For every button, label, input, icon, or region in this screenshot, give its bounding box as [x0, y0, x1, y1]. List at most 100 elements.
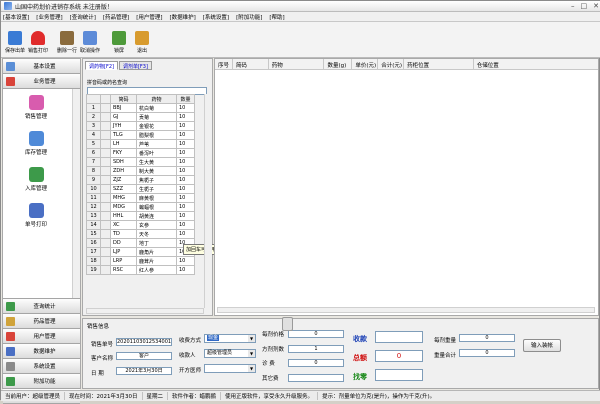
toolbar-label: 退出	[136, 48, 147, 54]
close-icon[interactable]: ✕	[593, 2, 599, 10]
row-selector[interactable]	[100, 130, 111, 140]
menu-user[interactable]: [用户管理]	[136, 13, 162, 21]
save-print-button[interactable]: 保存出单	[4, 24, 26, 57]
drug-row[interactable]: 19 RSC 红人参 10	[86, 265, 195, 275]
drug-row[interactable]: 9 ZJZ 焦栀子 10	[86, 175, 195, 185]
prescriber-select[interactable]: ▼	[204, 364, 256, 373]
drug-row[interactable]: 6 FKY 番泻叶 10	[86, 148, 195, 158]
section-user[interactable]: 用户管理	[3, 329, 80, 344]
row-selector[interactable]	[100, 193, 111, 203]
drug-row[interactable]: 17LJP鹿角片10	[86, 247, 195, 257]
drug-name: 生大黄	[136, 157, 177, 167]
row-selector[interactable]	[100, 157, 111, 167]
grid-hscroll[interactable]	[217, 307, 595, 313]
row-selector[interactable]	[100, 175, 111, 185]
customer-field[interactable]: 客户	[116, 352, 172, 360]
drug-row[interactable]: 12 MDG 蝙蝠根 10	[86, 202, 195, 212]
row-selector[interactable]	[100, 211, 111, 221]
drug-row[interactable]: 2 GJ 贡菊 10	[86, 112, 195, 122]
section-system[interactable]: 系统设置	[3, 359, 80, 374]
row-selector[interactable]	[100, 103, 111, 113]
drug-row[interactable]: 1 BBJ 杭白菊 10	[86, 103, 195, 113]
minimize-icon[interactable]: –	[571, 2, 575, 10]
order-no-field[interactable]: 20201103012534001	[116, 338, 172, 346]
drug-row[interactable]: 7 SDH 生大黄 10	[86, 157, 195, 167]
date-field[interactable]: 2021年3月30日	[116, 367, 172, 375]
row-selector[interactable]	[100, 184, 111, 194]
import-account-button[interactable]: 输入装帐	[523, 339, 561, 352]
drug-code: SZZ	[110, 184, 137, 194]
menu-query[interactable]: [查询统计]	[70, 13, 96, 21]
drug-row[interactable]: 4 TLG 腊梨根 10	[86, 130, 195, 140]
search-label: 拼音码或药名查询	[87, 80, 128, 86]
menu-business[interactable]: [业务管理]	[36, 13, 62, 21]
row-selector[interactable]	[100, 256, 111, 266]
menu-data[interactable]: [数据维护]	[169, 13, 195, 21]
tab-prescription[interactable]: 调剂单[F3]	[118, 61, 152, 70]
row-selector[interactable]	[100, 202, 111, 212]
drug-row[interactable]: 18 LRP 鹿茸片 10	[86, 256, 195, 266]
other-fee-field[interactable]	[288, 374, 344, 382]
drug-code: MDG	[110, 202, 137, 212]
drug-row[interactable]: 13 HHL 胡黄连 10	[86, 211, 195, 221]
delete-row-button[interactable]: 删除一行	[56, 24, 78, 57]
lock-screen-icon	[112, 31, 126, 45]
drug-row[interactable]: 10 SZZ 生栀子 10	[86, 184, 195, 194]
drug-row[interactable]: 8 ZDH 制大黄 10	[86, 166, 195, 176]
drug-row[interactable]: 5 LH 芦苇 10	[86, 139, 195, 149]
row-selector[interactable]	[100, 121, 111, 131]
exit-button[interactable]: 退出	[131, 24, 153, 57]
weight-total-field[interactable]: 0	[459, 349, 515, 357]
nav-stock-in[interactable]: 入库管理	[3, 167, 69, 192]
lock-screen-button[interactable]: 锁屏	[108, 24, 130, 57]
drug-table-scrollbar[interactable]	[204, 94, 212, 308]
menu-help[interactable]: [帮助]	[269, 13, 284, 21]
drug-row[interactable]: 16 DD 地丁 10	[86, 238, 195, 248]
drug-table-hscroll[interactable]	[86, 308, 204, 314]
dose-weight-field[interactable]: 0	[459, 334, 515, 342]
diagnosis-label: 诊 费	[262, 361, 275, 367]
section-extra[interactable]: 附加功能	[3, 374, 80, 389]
section-basic-settings[interactable]: 基本设置	[3, 59, 80, 74]
receive-field[interactable]	[375, 331, 423, 343]
drug-name: 腊梨根	[136, 130, 177, 140]
drug-row[interactable]: 14 XC 玄参 10	[86, 220, 195, 230]
section-query[interactable]: 查询统计	[3, 299, 80, 314]
tab-drug[interactable]: 调药物[F2]	[85, 61, 118, 70]
row-selector[interactable]	[100, 148, 111, 158]
menu-basic-settings[interactable]: [基本设置]	[3, 13, 29, 21]
menu-extra[interactable]: [附加功能]	[236, 13, 262, 21]
doses-field[interactable]: 1	[288, 345, 344, 353]
drug-row[interactable]: 11 MHG 麻黄根 10	[86, 193, 195, 203]
menu-system[interactable]: [系统设置]	[203, 13, 229, 21]
section-drug[interactable]: 药品管理	[3, 314, 80, 329]
row-selector[interactable]	[100, 139, 111, 149]
nav-sales-management[interactable]: 销售管理	[3, 95, 69, 120]
drug-name: 天冬	[136, 229, 177, 239]
row-selector[interactable]	[100, 238, 111, 248]
section-business[interactable]: 业务管理	[3, 74, 80, 89]
nav-order-print[interactable]: 单号打印	[3, 203, 69, 228]
toolbar-label: 取消操作	[79, 48, 100, 54]
menu-drug[interactable]: [药品管理]	[103, 13, 129, 21]
row-selector[interactable]	[100, 220, 111, 230]
diagnosis-field[interactable]: 0	[288, 359, 344, 367]
row-selector[interactable]	[100, 112, 111, 122]
fee-type-select[interactable]: 现金 ▼	[204, 334, 256, 343]
sales-print-button[interactable]: 销售打印	[27, 24, 49, 57]
cancel-button[interactable]: 取消操作	[79, 24, 101, 57]
collector-select[interactable]: 超级管理员 ▼	[204, 349, 256, 358]
drug-row[interactable]: 15 TD 天冬 10	[86, 229, 195, 239]
section-data[interactable]: 数据维护	[3, 344, 80, 359]
dose-unit-field[interactable]: 0	[288, 330, 344, 338]
row-selector[interactable]	[100, 166, 111, 176]
maximize-icon[interactable]: □	[581, 2, 588, 10]
row-selector[interactable]	[100, 265, 111, 275]
row-selector[interactable]	[100, 229, 111, 239]
section-label: 查询统计	[33, 304, 56, 310]
nav-inventory-management[interactable]: 库存管理	[3, 131, 69, 156]
drug-qty: 10	[176, 211, 195, 221]
nav-scrollbar[interactable]	[72, 89, 80, 298]
drug-row[interactable]: 3 JYH 金银花 10	[86, 121, 195, 131]
row-selector[interactable]	[100, 247, 111, 257]
